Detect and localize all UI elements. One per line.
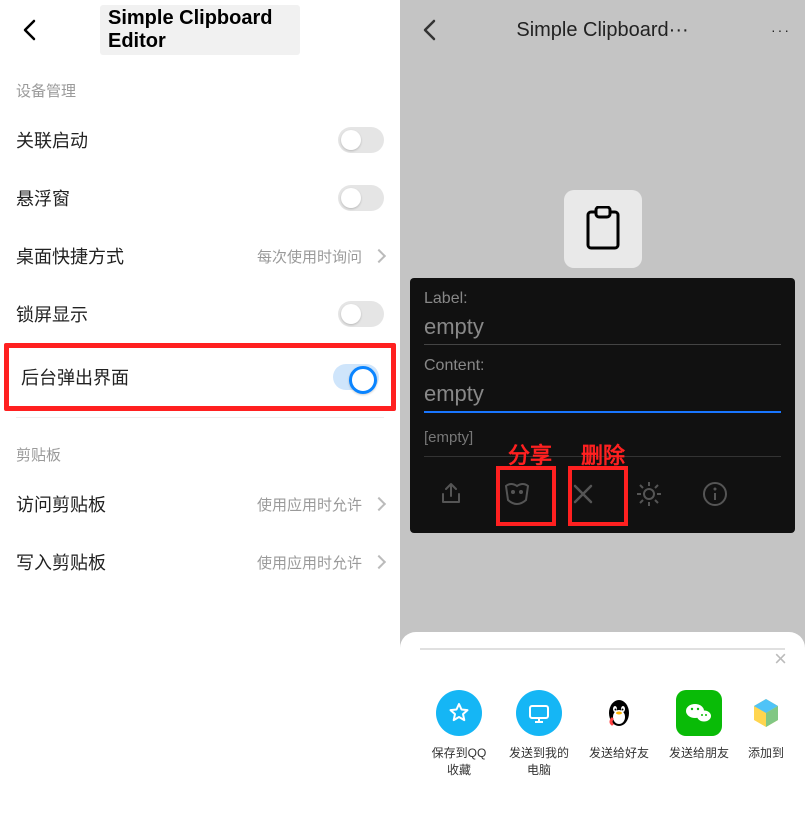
row-label: 悬浮窗 <box>16 185 70 211</box>
content-field-label: Content: <box>424 357 781 375</box>
row-right-group: 每次使用时询问 <box>257 246 384 267</box>
chevron-right-icon <box>372 249 386 263</box>
back-button[interactable] <box>14 15 44 45</box>
label-field-label: Label: <box>424 290 781 308</box>
app-preview-panel: Simple Clipboard··· ··· Label: empty Con… <box>400 0 805 814</box>
share-item-label: 发送到我的电脑 <box>506 744 572 778</box>
info-icon[interactable] <box>692 471 738 517</box>
row-write-clipboard[interactable]: 写入剪贴板 使用应用时允许 <box>0 533 400 591</box>
right-body: Label: empty Content: empty [empty] <box>400 60 805 632</box>
share-item-label: 保存到QQ收藏 <box>426 744 492 778</box>
share-item-wechat-friend[interactable]: 发送给朋友 <box>666 690 732 778</box>
row-detail: 使用应用时允许 <box>257 552 362 573</box>
page-title: Simple Clipboard Editor <box>100 5 300 55</box>
wechat-icon <box>676 690 722 736</box>
cube-icon <box>743 690 789 736</box>
row-label: 访问剪贴板 <box>16 491 106 517</box>
content-field-value[interactable]: empty <box>424 381 781 413</box>
highlighted-row-box: 后台弹出界面 <box>4 343 396 411</box>
share-item-label: 发送给好友 <box>589 744 649 761</box>
row-desktop-shortcut[interactable]: 桌面快捷方式 每次使用时询问 <box>0 227 400 285</box>
left-header: Simple Clipboard Editor <box>0 0 400 60</box>
share-sheet: × 保存到QQ收藏 发送到我的电脑 发送给好友 <box>400 632 805 814</box>
row-right-group: 使用应用时允许 <box>257 552 384 573</box>
row-lockscreen-display[interactable]: 锁屏显示 <box>0 285 400 343</box>
share-item-label: 发送给朋友 <box>669 744 729 761</box>
chevron-right-icon <box>372 555 386 569</box>
right-header: Simple Clipboard··· ··· <box>400 0 805 60</box>
row-detail: 使用应用时允许 <box>257 494 362 515</box>
row-background-popup[interactable]: 后台弹出界面 <box>9 348 391 406</box>
share-sheet-items: 保存到QQ收藏 发送到我的电脑 发送给好友 发送给朋友 <box>412 690 793 778</box>
red-highlight-box-share <box>496 466 556 526</box>
toggle-on[interactable] <box>333 364 379 390</box>
toggle-off[interactable] <box>338 127 384 153</box>
back-button[interactable] <box>414 15 444 45</box>
section-label-clipboard: 剪贴板 <box>0 424 400 475</box>
app-title: Simple Clipboard··· <box>516 19 688 42</box>
clipboard-icon <box>564 190 642 268</box>
close-sheet-button[interactable]: × <box>774 646 787 672</box>
row-launch-associated[interactable]: 关联启动 <box>0 111 400 169</box>
toggle-off[interactable] <box>338 185 384 211</box>
toggle-off[interactable] <box>338 301 384 327</box>
row-detail: 每次使用时询问 <box>257 246 362 267</box>
row-right-group: 使用应用时允许 <box>257 494 384 515</box>
divider <box>16 417 384 418</box>
label-field-value[interactable]: empty <box>424 314 781 345</box>
settings-panel: Simple Clipboard Editor 设备管理 关联启动 悬浮窗 桌面… <box>0 0 400 814</box>
share-item-add-to[interactable]: 添加到 <box>746 690 786 778</box>
share-item-qq-friend[interactable]: 发送给好友 <box>586 690 652 778</box>
sheet-handle-line <box>420 648 785 650</box>
share-icon[interactable] <box>428 471 474 517</box>
gear-icon[interactable] <box>626 471 672 517</box>
star-icon <box>436 690 482 736</box>
row-label: 后台弹出界面 <box>21 364 129 390</box>
section-label-device: 设备管理 <box>0 60 400 111</box>
more-button[interactable]: ··· <box>771 22 791 38</box>
qq-penguin-icon <box>596 690 642 736</box>
red-highlight-box-delete <box>568 466 628 526</box>
row-label: 关联启动 <box>16 127 88 153</box>
share-item-my-computer[interactable]: 发送到我的电脑 <box>506 690 572 778</box>
share-item-qq-favorite[interactable]: 保存到QQ收藏 <box>426 690 492 778</box>
row-label: 锁屏显示 <box>16 301 88 327</box>
chevron-right-icon <box>372 497 386 511</box>
row-floating-window[interactable]: 悬浮窗 <box>0 169 400 227</box>
monitor-icon <box>516 690 562 736</box>
share-item-label: 添加到 <box>748 744 784 761</box>
row-label: 桌面快捷方式 <box>16 243 124 269</box>
row-label: 写入剪贴板 <box>16 549 106 575</box>
row-access-clipboard[interactable]: 访问剪贴板 使用应用时允许 <box>0 475 400 533</box>
